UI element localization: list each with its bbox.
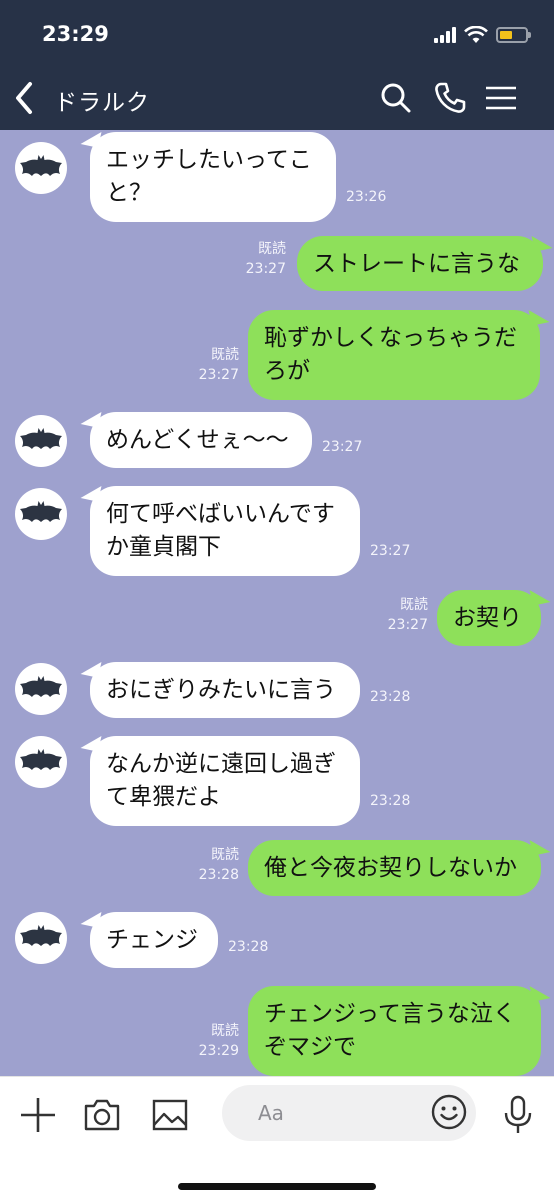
emoji-icon[interactable] [430,1093,468,1131]
message-time: 23:29 [198,1043,239,1059]
outgoing-message-bubble[interactable]: チェンジって言うな泣く ぞマジで [248,986,541,1076]
avatar[interactable] [15,488,67,540]
avatar[interactable] [15,912,67,964]
message-time: 23:26 [346,189,387,205]
home-indicator[interactable] [178,1183,376,1190]
microphone-icon[interactable] [496,1093,540,1137]
status-icons [434,24,531,46]
message-time: 23:28 [228,939,269,955]
bat-icon [20,501,62,522]
battery-icon [496,27,531,43]
avatar[interactable] [15,736,67,788]
bat-icon [20,749,62,770]
message-time: 23:27 [387,617,428,633]
menu-icon[interactable] [484,80,520,116]
incoming-message-bubble[interactable]: なんか逆に遠回し過ぎ て卑猥だよ [90,736,360,826]
top-bar: 23:29 ドラルク [0,0,554,130]
bat-icon [20,925,62,946]
phone-icon[interactable] [432,80,468,116]
message-time: 23:28 [198,867,239,883]
incoming-message-bubble[interactable]: エッチしたいってこ と？ [90,132,336,222]
message-time: 23:27 [198,367,239,383]
avatar[interactable] [15,663,67,715]
chevron-left-icon[interactable] [10,78,40,118]
message-time: 23:27 [245,261,286,277]
read-receipt: 既読 [400,597,428,613]
chat-area[interactable]: エッチしたいってこ と？ 23:26 既読 23:27 ストレートに言うな 既読… [0,130,554,1076]
bat-icon [20,676,62,697]
outgoing-message-bubble[interactable]: ストレートに言うな [297,236,543,291]
bat-icon [20,428,62,449]
message-input-placeholder: Aa [258,1101,284,1125]
read-receipt: 既読 [258,241,286,257]
plus-icon[interactable] [16,1093,60,1137]
outgoing-message-bubble[interactable]: お契り [437,590,541,646]
read-receipt: 既読 [211,347,239,363]
read-receipt: 既読 [211,1023,239,1039]
chat-title[interactable]: ドラルク [54,83,150,117]
message-input[interactable]: Aa [222,1085,476,1141]
wifi-icon [464,26,488,43]
bat-icon [20,155,62,176]
message-time: 23:27 [370,543,411,559]
incoming-message-bubble[interactable]: おにぎりみたいに言う [90,662,360,718]
image-icon[interactable] [148,1093,192,1137]
composer-bar: Aa [0,1076,554,1200]
incoming-message-bubble[interactable]: チェンジ [90,912,218,968]
status-time: 23:29 [42,22,109,46]
message-time: 23:28 [370,689,411,705]
search-icon[interactable] [378,80,414,116]
avatar[interactable] [15,142,67,194]
camera-icon[interactable] [80,1093,124,1137]
avatar[interactable] [15,415,67,467]
message-time: 23:27 [322,439,363,455]
incoming-message-bubble[interactable]: めんどくせぇ〜〜 [90,412,312,468]
outgoing-message-bubble[interactable]: 俺と今夜お契りしないか [248,840,541,896]
message-time: 23:28 [370,793,411,809]
read-receipt: 既読 [211,847,239,863]
cellular-signal-icon [434,27,456,43]
incoming-message-bubble[interactable]: 何て呼べばいいんです か童貞閣下 [90,486,360,576]
outgoing-message-bubble[interactable]: 恥ずかしくなっちゃうだ ろが [248,310,540,400]
